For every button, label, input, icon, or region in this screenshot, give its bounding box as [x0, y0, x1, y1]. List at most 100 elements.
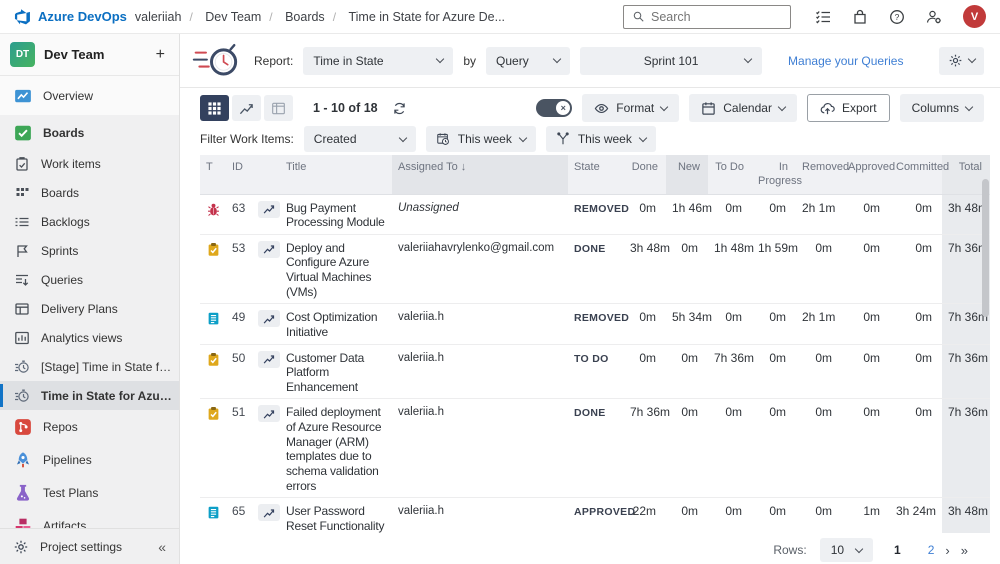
col-done[interactable]: Done [624, 155, 666, 194]
sidebar-item-analytics-views[interactable]: Analytics views [0, 323, 179, 352]
table-row[interactable]: 53Deploy and Configure Azure Virtual Mac… [200, 234, 990, 304]
work-item-title[interactable]: User Password Reset Functionality [280, 498, 392, 533]
breadcrumb-page[interactable]: Time in State for Azure De... [348, 10, 505, 24]
table-row[interactable]: 49Cost Optimization Initiativevaleriia.h… [200, 304, 990, 344]
row-chart-icon[interactable] [258, 241, 280, 258]
sidebar-item-test-plans[interactable]: Test Plans [0, 476, 179, 509]
stopwatch-icon [14, 388, 30, 404]
sidebar-item-boards[interactable]: Boards [0, 116, 179, 149]
vertical-scrollbar-thumb[interactable] [982, 179, 989, 317]
group-by-dropdown[interactable]: Query [486, 47, 570, 75]
time-new: 5h 34m [666, 304, 708, 344]
settings-dropdown[interactable] [939, 47, 984, 75]
sidebar-item-overview[interactable]: Overview [0, 79, 179, 112]
work-item-title[interactable]: Bug Payment Processing Module [280, 194, 392, 234]
row-chart-icon[interactable] [258, 351, 280, 368]
sidebar-item-time-in-state[interactable]: Time in State for Azure DevO... [0, 381, 179, 410]
sidebar-item-boards-board[interactable]: Boards [0, 178, 179, 207]
queries-icon [14, 272, 30, 288]
col-to-do[interactable]: To Do [708, 155, 752, 194]
sidebar-item-stage-time-in-state[interactable]: [Stage] Time in State for Azur... [0, 352, 179, 381]
export-button[interactable]: Export [807, 94, 890, 122]
calendar-button[interactable]: Calendar [689, 94, 797, 122]
report-type-dropdown[interactable]: Time in State [303, 47, 453, 75]
col-state[interactable]: State [568, 155, 624, 194]
page-2-button[interactable]: 2 [928, 543, 935, 557]
work-item-title[interactable]: Customer Data Platform Enhancement [280, 344, 392, 399]
chevron-down-icon [968, 55, 976, 63]
sidebar-item-queries[interactable]: Queries [0, 265, 179, 294]
board-view-button[interactable] [264, 95, 293, 121]
col-approved[interactable]: Approved [842, 155, 890, 194]
row-chart-icon[interactable] [258, 310, 280, 327]
refresh-icon[interactable] [392, 101, 407, 116]
user-settings-icon[interactable] [926, 9, 942, 25]
sidebar-item-repos[interactable]: Repos [0, 410, 179, 443]
time-approved: 0m [842, 399, 890, 498]
row-chart-icon[interactable] [258, 405, 280, 422]
col-in-progress[interactable]: In Progress [752, 155, 796, 194]
row-chart-icon[interactable] [258, 504, 280, 521]
sidebar-item-label: [Stage] Time in State for Azur... [41, 360, 173, 374]
brand-link[interactable]: Azure DevOps [38, 9, 127, 24]
work-item-title[interactable]: Deploy and Configure Azure Virtual Machi… [280, 234, 392, 304]
breadcrumb-project[interactable]: Dev Team [205, 10, 261, 24]
time-new: 0m [666, 399, 708, 498]
work-item-title[interactable]: Cost Optimization Initiative [280, 304, 392, 344]
table-row[interactable]: 50Customer Data Platform Enhancementvale… [200, 344, 990, 399]
col-new[interactable]: New [666, 155, 708, 194]
marketplace-bag-icon[interactable] [852, 9, 868, 25]
col-title[interactable]: Title [280, 155, 392, 194]
col-removed[interactable]: Removed [796, 155, 842, 194]
sidebar-item-label: Overview [43, 89, 93, 103]
format-toggle[interactable]: × [536, 99, 572, 117]
col-committed[interactable]: Committed [890, 155, 942, 194]
last-page-icon[interactable]: » [961, 543, 968, 558]
breadcrumb-org[interactable]: valeriiah [135, 10, 182, 24]
team-header[interactable]: DT Dev Team + [0, 34, 179, 76]
search-input[interactable] [651, 10, 782, 24]
work-item-title[interactable]: Failed deployment of Azure Resource Mana… [280, 399, 392, 498]
sidebar-item-backlogs[interactable]: Backlogs [0, 207, 179, 236]
sidebar-item-work-items[interactable]: Work items [0, 149, 179, 178]
project-settings-label: Project settings [40, 540, 122, 554]
query-dropdown[interactable]: Sprint 101 [580, 47, 762, 75]
table-row[interactable]: 63Bug Payment Processing ModuleUnassigne… [200, 194, 990, 234]
breadcrumb-hub[interactable]: Boards [285, 10, 325, 24]
table-row[interactable]: 51Failed deployment of Azure Resource Ma… [200, 399, 990, 498]
col-type[interactable]: T [200, 155, 226, 194]
sidebar-item-artifacts[interactable]: Artifacts [0, 509, 179, 528]
sidebar-item-delivery-plans[interactable]: Delivery Plans [0, 294, 179, 323]
date-range-dropdown[interactable]: This week [426, 126, 536, 152]
sidebar-item-sprints[interactable]: Sprints [0, 236, 179, 265]
manage-queries-link[interactable]: Manage your Queries [788, 54, 903, 68]
rows-per-page-dropdown[interactable]: 10 [820, 538, 873, 562]
help-icon[interactable]: ? [889, 9, 905, 25]
columns-button[interactable]: Columns [900, 94, 984, 122]
time-committed: 0m [890, 304, 942, 344]
col-assigned-to[interactable]: Assigned To ↓ [392, 155, 568, 194]
format-button[interactable]: Format [582, 94, 679, 122]
time-in-progress: 0m [752, 399, 796, 498]
task-list-icon[interactable] [815, 9, 831, 25]
page-1-button[interactable]: 1 [894, 543, 901, 557]
chart-view-button[interactable] [232, 95, 261, 121]
grid-view-button[interactable] [200, 95, 229, 121]
task-icon [206, 352, 221, 367]
collapse-sidebar-icon[interactable]: « [158, 539, 166, 555]
row-chart-icon[interactable] [258, 201, 280, 218]
sidebar-item-project-settings[interactable]: Project settings « [0, 528, 179, 564]
next-page-icon[interactable]: › [945, 543, 949, 558]
azure-devops-logo-icon[interactable] [14, 8, 31, 25]
view-switcher [200, 95, 293, 121]
time-done: 3h 48m [624, 234, 666, 304]
search-box[interactable] [623, 5, 791, 29]
sidebar-item-pipelines[interactable]: Pipelines [0, 443, 179, 476]
table-row[interactable]: 65User Password Reset Functionalityvaler… [200, 498, 990, 533]
state-value: REMOVED [568, 194, 624, 234]
state-change-range-dropdown[interactable]: This week [546, 126, 656, 152]
add-project-icon[interactable]: + [152, 46, 169, 64]
filter-field-dropdown[interactable]: Created [304, 126, 416, 152]
col-id[interactable]: ID [226, 155, 252, 194]
avatar[interactable]: V [963, 5, 986, 28]
